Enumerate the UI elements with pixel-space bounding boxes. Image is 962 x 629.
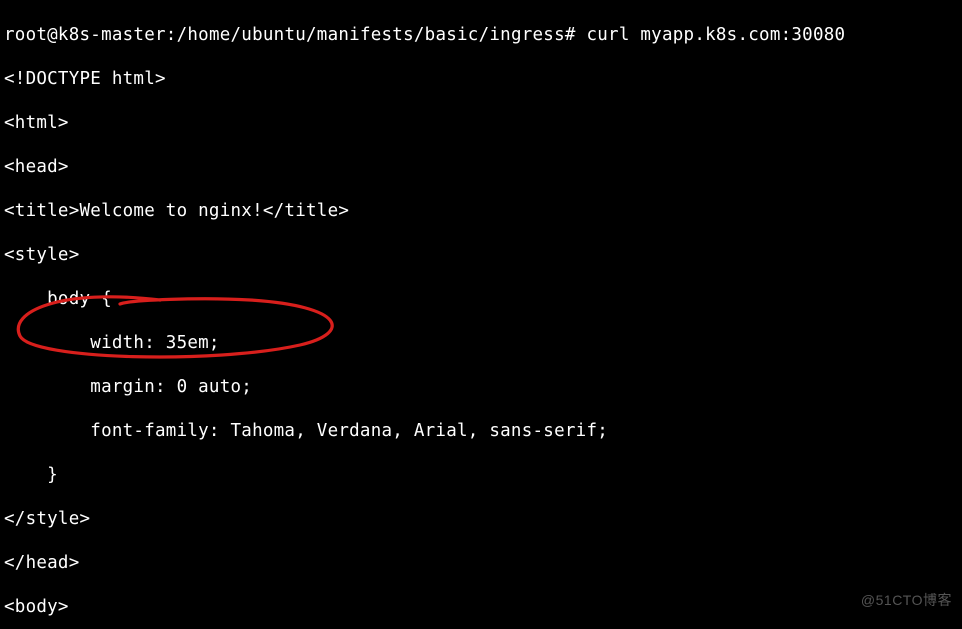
output-line: margin: 0 auto; xyxy=(4,376,958,398)
output-line: } xyxy=(4,464,958,486)
terminal-window[interactable]: root@k8s-master:/home/ubuntu/manifests/b… xyxy=(0,0,962,629)
watermark-text: @51CTO博客 xyxy=(861,589,952,611)
output-line: <style> xyxy=(4,244,958,266)
output-line: <html> xyxy=(4,112,958,134)
output-line: font-family: Tahoma, Verdana, Arial, san… xyxy=(4,420,958,442)
output-line: <title>Welcome to nginx!</title> xyxy=(4,200,958,222)
output-line: </style> xyxy=(4,508,958,530)
output-line: <head> xyxy=(4,156,958,178)
output-line: <!DOCTYPE html> xyxy=(4,68,958,90)
output-line: body { xyxy=(4,288,958,310)
output-line: </head> xyxy=(4,552,958,574)
output-line: <body> xyxy=(4,596,958,618)
prompt-line-1: root@k8s-master:/home/ubuntu/manifests/b… xyxy=(4,24,958,46)
output-line: width: 35em; xyxy=(4,332,958,354)
command-text: curl myapp.k8s.com:30080 xyxy=(576,25,846,45)
prompt-user-host: root@k8s-master xyxy=(4,25,166,45)
prompt-path: :/home/ubuntu/manifests/basic/ingress# xyxy=(166,25,576,45)
